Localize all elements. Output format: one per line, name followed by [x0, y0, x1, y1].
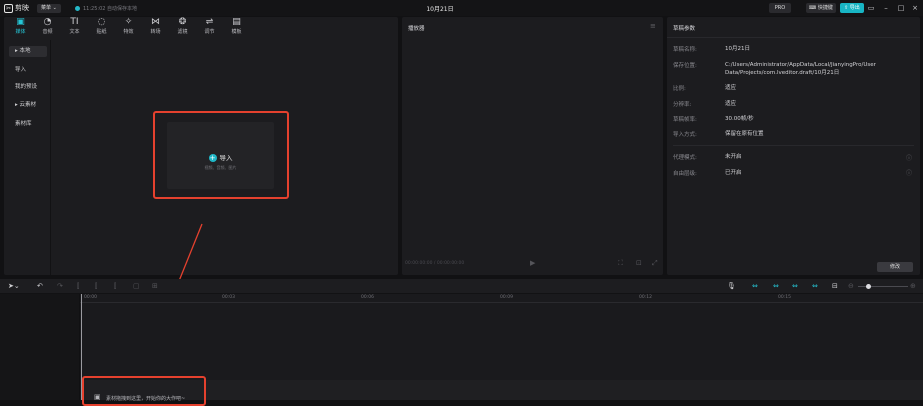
sticker-icon: ◌ [97, 17, 106, 27]
info-icon[interactable]: ⓘ [906, 168, 912, 177]
title-bar: ✂ 剪映 菜单 ⌄ 11:25:02 自动保存本地 10月21日 PRO ⌨ 快… [0, 0, 923, 16]
main-track-drop-zone[interactable] [82, 380, 923, 400]
nav-import[interactable]: 导入 [9, 65, 47, 76]
track-header [0, 294, 80, 400]
tick-label: 00:06 [361, 295, 374, 300]
maximize-icon[interactable]: □ [896, 3, 906, 13]
info-icon[interactable]: ⓘ [906, 153, 912, 162]
nav-my-presets[interactable]: 我的预设 [9, 82, 47, 93]
player-title: 播放器 [408, 26, 425, 32]
layout-icon[interactable]: ▭ [866, 3, 876, 13]
export-button[interactable]: ⇪ 导出 [840, 3, 864, 13]
play-icon[interactable]: ▶ [530, 259, 535, 267]
split-left-icon[interactable]: ⫿ [95, 282, 97, 291]
link-preview-icon[interactable]: ⇔ [792, 282, 798, 291]
tick-label: 00:12 [639, 295, 652, 300]
zoom-out-icon[interactable]: ⊖ [848, 282, 854, 291]
player-controls: 00:00:00:00 / 00:00:00:00 ▶ ⛶ ⊡ ⤢ [402, 259, 663, 271]
minimize-icon[interactable]: – [881, 3, 891, 13]
nav-local[interactable]: ▸ 本地 [9, 46, 47, 57]
tick-label: 00:03 [222, 295, 235, 300]
tool-transition[interactable]: ⋈ 转场 [142, 17, 169, 39]
microphone-icon[interactable]: 🎙 [727, 282, 736, 291]
tool-media[interactable]: ▣ 媒体 [7, 17, 34, 39]
draft-properties-panel: 草稿参数 草稿名称: 10月21日 保存位置: C:/Users/Administr… [667, 17, 920, 275]
shortcut-button[interactable]: ⌨ 快捷键 [806, 3, 836, 13]
text-icon: TI [70, 17, 79, 27]
crop-icon[interactable]: ⊞ [152, 282, 158, 291]
player-menu-icon[interactable]: ≡ [650, 22, 656, 30]
media-sidenav: ▸ 本地 导入 我的预设 ▸ 云素材 素材库 [4, 40, 51, 275]
tick-label: 00:00 [84, 295, 97, 300]
properties-title: 草稿参数 [673, 26, 696, 32]
effects-icon: ✧ [124, 17, 133, 27]
template-icon: ▤ [232, 17, 241, 27]
tool-text[interactable]: TI 文本 [61, 17, 88, 39]
zoom-in-icon[interactable]: ⊕ [910, 282, 916, 291]
player-timecode: 00:00:00:00 / 00:00:00:00 [405, 261, 465, 266]
tool-adjust[interactable]: ⇌ 调节 [196, 17, 223, 39]
fullscreen-icon[interactable]: ⤢ [652, 259, 658, 268]
divider [673, 145, 914, 146]
select-cursor-icon[interactable]: ➤⌄ [8, 282, 20, 291]
track-highlight-box [82, 376, 206, 406]
project-title: 10月21日 [426, 6, 454, 13]
modify-button[interactable]: 修改 [877, 262, 913, 272]
tool-template[interactable]: ▤ 模板 [223, 17, 250, 39]
undo-icon[interactable]: ↶ [37, 282, 43, 291]
prop-free-layer: 自由层级: 已开启 [673, 170, 742, 177]
caption-icon[interactable]: ⊟ [832, 282, 838, 291]
prop-import-mode: 导入方式: 保留在原有位置 [673, 131, 764, 138]
ratio-icon[interactable]: ⊡ [636, 259, 642, 267]
import-highlight-box [153, 111, 289, 199]
filter-icon: ❂ [178, 17, 187, 27]
media-icon: ▣ [16, 17, 25, 27]
link-main-track-icon[interactable]: ⇔ [752, 282, 758, 291]
asset-toolbar: ▣ 媒体 ◔ 音频 TI 文本 ◌ 贴纸 ✧ 特效 ⋈ 转场 ❂ 滤镜 ⇌ 调节 ▤ 模板 [4, 17, 398, 39]
pro-badge[interactable]: PRO [769, 3, 791, 13]
close-icon[interactable]: × [910, 3, 920, 13]
prop-framerate: 草稿帧率: 30.00帧/秒 [673, 116, 754, 123]
audio-icon: ◔ [43, 17, 52, 27]
redo-icon[interactable]: ↷ [57, 282, 63, 291]
split-right-icon[interactable]: ⫿ [114, 282, 116, 291]
timeline-ruler: 00:00 00:03 00:06 00:09 00:12 00:15 [80, 294, 923, 303]
tool-effects[interactable]: ✧ 特效 [115, 17, 142, 39]
zoom-slider-handle[interactable] [866, 284, 871, 289]
link-audio-icon[interactable]: ⇔ [812, 282, 818, 291]
nav-cloud[interactable]: ▸ 云素材 [9, 100, 47, 111]
link-snap-icon[interactable]: ⇔ [773, 282, 779, 291]
nav-library[interactable]: 素材库 [9, 119, 47, 130]
split-icon[interactable]: ⫿ [77, 282, 79, 291]
fit-icon[interactable]: ⛶ [618, 259, 623, 268]
prop-proxy-mode: 代理模式: 未开启 [673, 154, 742, 161]
tick-label: 00:15 [778, 295, 791, 300]
prop-resolution: 分辨率: 适应 [673, 101, 737, 108]
prop-save-location: 保存位置: C:/Users/Administrator/AppData/Loca… [673, 62, 876, 76]
prop-draft-name: 草稿名称: 10月21日 [673, 46, 750, 53]
tool-filter[interactable]: ❂ 滤镜 [169, 17, 196, 39]
tool-sticker[interactable]: ◌ 贴纸 [88, 17, 115, 39]
transition-icon: ⋈ [151, 17, 160, 27]
player-panel: 播放器 ≡ [402, 17, 663, 275]
tool-audio[interactable]: ◔ 音频 [34, 17, 61, 39]
delete-icon[interactable]: ▢ [133, 282, 140, 291]
divider [667, 37, 920, 38]
prop-ratio: 比例: 适应 [673, 85, 737, 92]
adjust-icon: ⇌ [205, 17, 214, 27]
tick-label: 00:09 [500, 295, 513, 300]
